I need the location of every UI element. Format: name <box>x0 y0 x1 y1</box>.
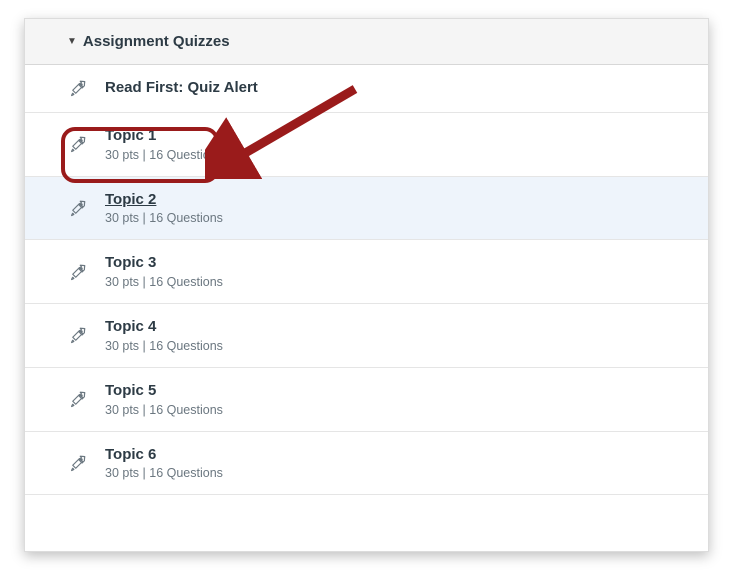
quiz-meta: 30 pts | 16 Questions <box>105 466 223 480</box>
rocket-icon <box>67 199 89 217</box>
collapse-caret-icon: ▼ <box>67 37 77 47</box>
section-title: Assignment Quizzes <box>83 33 230 50</box>
quiz-row[interactable]: Topic 5 30 pts | 16 Questions <box>25 368 708 432</box>
quiz-row[interactable]: Read First: Quiz Alert <box>25 65 708 113</box>
quiz-panel: ▼ Assignment Quizzes Read First: Quiz Al… <box>24 18 709 552</box>
quiz-meta: 30 pts | 16 Questions <box>105 148 223 162</box>
quiz-meta: 30 pts | 16 Questions <box>105 211 223 225</box>
quiz-row-text: Topic 3 30 pts | 16 Questions <box>89 254 223 289</box>
rocket-icon <box>67 326 89 344</box>
rocket-icon <box>67 390 89 408</box>
rocket-icon <box>67 263 89 281</box>
quiz-row[interactable]: Topic 3 30 pts | 16 Questions <box>25 240 708 304</box>
section-header[interactable]: ▼ Assignment Quizzes <box>25 19 708 65</box>
quiz-row[interactable]: Topic 1 30 pts | 16 Questions <box>25 113 708 177</box>
quiz-title: Read First: Quiz Alert <box>105 79 258 98</box>
quiz-row-text: Topic 630 pts | 16 Questions <box>89 446 223 481</box>
quiz-title: Topic 6 <box>105 446 223 465</box>
quiz-title: Topic 1 <box>105 127 223 146</box>
quiz-row[interactable]: Topic 230 pts | 16 Questions <box>25 177 708 241</box>
quiz-list: Read First: Quiz Alert Topic 1 30 pts | 16… <box>25 65 708 495</box>
quiz-row-text: Topic 1 30 pts | 16 Questions <box>89 127 223 162</box>
quiz-row-text: Topic 230 pts | 16 Questions <box>89 191 223 226</box>
quiz-title: Topic 2 <box>105 191 223 210</box>
rocket-icon <box>67 454 89 472</box>
quiz-title: Topic 5 <box>105 382 223 401</box>
quiz-meta: 30 pts | 16 Questions <box>105 275 223 289</box>
quiz-row[interactable]: Topic 630 pts | 16 Questions <box>25 432 708 496</box>
quiz-row[interactable]: Topic 4 30 pts | 16 Questions <box>25 304 708 368</box>
quiz-title: Topic 4 <box>105 318 223 337</box>
quiz-row-text: Topic 4 30 pts | 16 Questions <box>89 318 223 353</box>
quiz-meta: 30 pts | 16 Questions <box>105 339 223 353</box>
rocket-icon <box>67 79 89 97</box>
stage: ▼ Assignment Quizzes Read First: Quiz Al… <box>0 0 733 571</box>
quiz-row-text: Topic 5 30 pts | 16 Questions <box>89 382 223 417</box>
rocket-icon <box>67 135 89 153</box>
quiz-row-text: Read First: Quiz Alert <box>89 79 258 98</box>
quiz-meta: 30 pts | 16 Questions <box>105 403 223 417</box>
quiz-title: Topic 3 <box>105 254 223 273</box>
